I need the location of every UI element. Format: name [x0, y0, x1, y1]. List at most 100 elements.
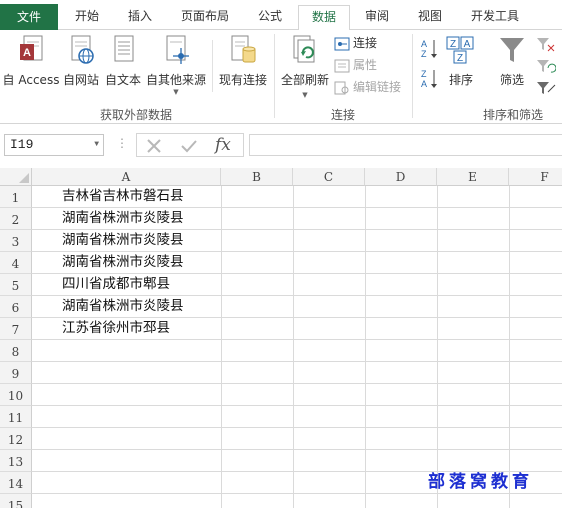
clear-filter-icon[interactable] [536, 36, 556, 52]
sort-dialog-icon: Z A Z [446, 36, 474, 64]
from-other-sources-button[interactable]: 自其他来源 ▼ [144, 34, 208, 96]
cell-a5[interactable]: 四川省成都市郫县 [62, 273, 170, 295]
svg-text:Z: Z [421, 69, 427, 79]
row-header[interactable]: 4 [0, 252, 32, 274]
row-header[interactable]: 5 [0, 274, 32, 296]
formula-buttons: fx [136, 133, 244, 157]
cancel-icon[interactable] [145, 138, 163, 154]
properties-icon [334, 59, 350, 72]
enter-check-icon[interactable] [179, 138, 199, 154]
ribbon-data: A 自 Access 自网站 自文本 自其他来源 ▼ 现有连接 获取外部数据 全… [0, 30, 562, 124]
column-header-a[interactable]: A [32, 168, 221, 186]
name-box-value: I19 [10, 137, 34, 152]
reapply-filter-icon[interactable] [536, 58, 557, 74]
svg-text:Z: Z [457, 53, 463, 64]
gridline [32, 361, 562, 362]
row-header[interactable]: 7 [0, 318, 32, 340]
gridline [32, 427, 562, 428]
sort-descending-button[interactable]: Z A [420, 68, 440, 90]
tab-developer[interactable]: 开发工具 [460, 5, 530, 30]
svg-text:Z: Z [450, 39, 456, 50]
from-web-button[interactable]: 自网站 [60, 34, 102, 90]
row-header[interactable]: 13 [0, 450, 32, 472]
cell-a7[interactable]: 江苏省徐州市邳县 [62, 317, 170, 339]
sort-descending-icon: Z A [421, 69, 437, 89]
tab-data[interactable]: 数据 [298, 5, 350, 31]
row-header[interactable]: 1 [0, 186, 32, 208]
insert-function-button[interactable]: fx [215, 135, 231, 155]
ribbon-separator [212, 40, 213, 92]
properties-button[interactable]: 属性 [334, 55, 377, 75]
row-header[interactable]: 2 [0, 208, 32, 230]
tab-home[interactable]: 开始 [62, 5, 112, 30]
formula-bar-grip-icon[interactable]: ⋮ [116, 136, 128, 150]
tab-page-layout[interactable]: 页面布局 [172, 5, 238, 30]
column-header-e[interactable]: E [437, 168, 509, 186]
from-text-label: 自文本 [104, 73, 141, 87]
column-header-c[interactable]: C [293, 168, 365, 186]
gridline [437, 186, 438, 508]
cell-a3[interactable]: 湖南省株洲市炎陵县 [62, 229, 184, 251]
formula-input[interactable] [249, 134, 562, 156]
tab-formulas[interactable]: 公式 [245, 5, 295, 30]
existing-connections-button[interactable]: 现有连接 [216, 34, 270, 90]
gridline [32, 449, 562, 450]
cell-a4[interactable]: 湖南省株洲市炎陵县 [62, 251, 184, 273]
existing-connections-icon [231, 35, 256, 63]
tab-insert[interactable]: 插入 [115, 5, 165, 30]
edit-links-icon [334, 81, 349, 94]
column-header-d[interactable]: D [365, 168, 437, 186]
chevron-down-icon[interactable]: ▼ [94, 135, 99, 155]
filter-button[interactable]: 筛选 [494, 34, 530, 90]
row-header[interactable]: 14 [0, 472, 32, 494]
gridline [293, 186, 294, 508]
row-header[interactable]: 3 [0, 230, 32, 252]
row-header[interactable]: 12 [0, 428, 32, 450]
edit-links-button[interactable]: 编辑链接 [334, 77, 401, 97]
edit-links-label: 编辑链接 [353, 80, 402, 94]
from-text-button[interactable]: 自文本 [102, 34, 144, 90]
from-other-sources-label: 自其他来源 [145, 73, 206, 87]
properties-label: 属性 [353, 58, 378, 72]
row-header[interactable]: 10 [0, 384, 32, 406]
name-box[interactable]: I19 ▼ [4, 134, 104, 156]
refresh-all-label: 全部刷新 [280, 73, 329, 87]
other-sources-icon [166, 35, 189, 64]
row-header[interactable]: 9 [0, 362, 32, 384]
advanced-filter-icon[interactable] [536, 80, 556, 96]
sort-button[interactable]: Z A Z 排序 [444, 34, 478, 90]
ribbon-group-separator [412, 34, 413, 118]
refresh-all-button[interactable]: 全部刷新 ▼ [278, 34, 332, 100]
cell-a6[interactable]: 湖南省株洲市炎陵县 [62, 295, 184, 317]
connections-label: 连接 [353, 36, 378, 50]
from-access-button[interactable]: A 自 Access [2, 34, 60, 90]
row-header[interactable]: 11 [0, 406, 32, 428]
row-header[interactable]: 8 [0, 340, 32, 362]
tab-review[interactable]: 审阅 [352, 5, 402, 30]
watermark-text: 部落窝教育 [428, 472, 533, 492]
svg-text:A: A [23, 47, 31, 59]
tab-view[interactable]: 视图 [405, 5, 455, 30]
gridline [32, 383, 562, 384]
worksheet-grid: A B C D E F 1 2 3 4 5 6 7 8 9 10 11 12 1… [0, 168, 562, 508]
svg-text:A: A [464, 39, 471, 50]
row-header[interactable]: 15 [0, 494, 32, 508]
cell-a1[interactable]: 吉林省吉林市磐石县 [62, 185, 184, 207]
select-all-corner[interactable] [0, 168, 32, 186]
tab-file[interactable]: 文件 [0, 4, 58, 30]
gridline [32, 405, 562, 406]
column-header-b[interactable]: B [221, 168, 293, 186]
connections-button[interactable]: 连接 [334, 33, 377, 53]
row-header[interactable]: 6 [0, 296, 32, 318]
select-all-triangle-icon [19, 173, 29, 183]
group-label-get-external: 获取外部数据 [100, 108, 173, 122]
gridline [509, 186, 510, 508]
cell-a2[interactable]: 湖南省株洲市炎陵县 [62, 207, 184, 229]
chevron-down-icon: ▼ [173, 88, 179, 96]
column-header-f[interactable]: F [509, 168, 562, 186]
existing-connections-label: 现有连接 [218, 73, 267, 87]
svg-text:Z: Z [421, 49, 427, 59]
chevron-down-icon: ▼ [302, 91, 308, 99]
sort-ascending-button[interactable]: A Z [420, 38, 440, 60]
from-web-label: 自网站 [62, 73, 99, 87]
